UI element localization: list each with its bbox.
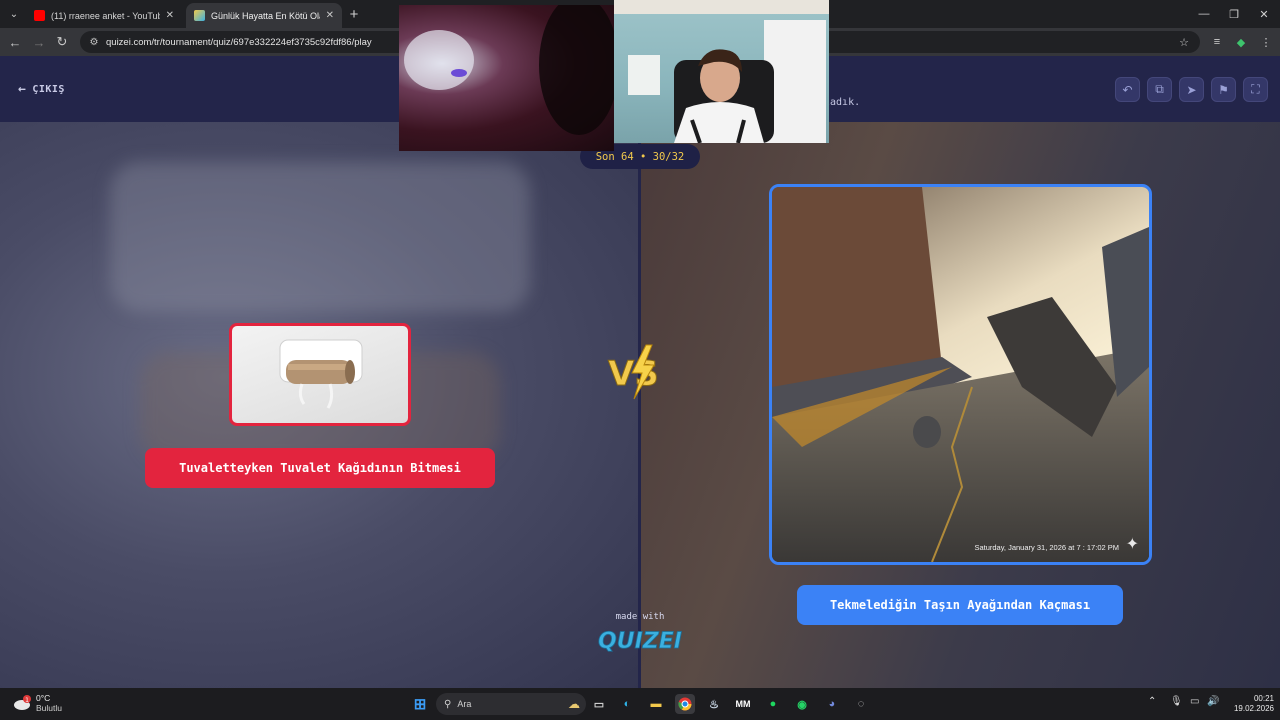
minimize-icon[interactable]: — — [1190, 5, 1218, 23]
task-view-icon[interactable]: ▭ — [589, 694, 609, 714]
os-taskbar: 1 0°C Bulutlu ⊞ ⚲ Ara ☁ ▭ ◐ ▬ ♨ MM ● ◉ ◕… — [0, 688, 1280, 720]
blurred-camera-image — [404, 5, 614, 135]
exit-button[interactable]: ← ÇIKIŞ — [18, 82, 65, 97]
left-option-image[interactable] — [229, 323, 411, 426]
file-explorer-icon[interactable]: ▬ — [646, 694, 666, 714]
back-arrow-icon[interactable]: ← — [6, 33, 24, 51]
extension-icon[interactable]: ◆ — [1233, 34, 1249, 50]
discord-icon[interactable]: ◕ — [822, 694, 842, 714]
close-window-icon[interactable]: ✕ — [1250, 5, 1278, 23]
volume-icon[interactable]: 🔊 — [1207, 696, 1219, 707]
right-option-label[interactable]: Tekmelediğin Taşın Ayağından Kaçması — [797, 585, 1123, 625]
svg-text:QUIZEI: QUIZEI — [598, 629, 682, 654]
close-icon[interactable]: ✕ — [326, 10, 334, 21]
webcam-feed-left — [399, 5, 614, 151]
svg-text:VS: VS — [608, 354, 659, 394]
reload-icon[interactable]: ↻ — [53, 33, 71, 51]
search-highlight-icon: ☁ — [568, 697, 580, 711]
svg-text:1: 1 — [25, 697, 29, 704]
photo-timestamp: Saturday, January 31, 2026 at 7 : 17:02 … — [974, 543, 1119, 552]
whatsapp-icon[interactable]: ◉ — [792, 694, 812, 714]
edge-icon[interactable]: ◐ — [617, 694, 637, 714]
url-text: quizei.com/tr/tournament/quiz/697e332224… — [106, 36, 372, 48]
steam-icon[interactable]: ♨ — [704, 694, 724, 714]
windows-start-icon[interactable]: ⊞ — [410, 694, 430, 714]
made-with-text: made with — [615, 612, 665, 622]
browser-menu-icon[interactable]: ⋮ — [1258, 34, 1274, 50]
weather-temp: 0°C — [36, 693, 51, 703]
quiz-page: ← ÇIKIŞ ladık. ↶ ⧉ ➤ ⚑ ⛶ Son 64 • 30/32 … — [0, 56, 1280, 688]
quizei-favicon-icon — [194, 10, 205, 21]
right-option-image[interactable]: Saturday, January 31, 2026 at 7 : 17:02 … — [769, 184, 1152, 565]
app-tray-icon[interactable]: ◌ — [851, 694, 871, 714]
restore-icon[interactable]: ❐ — [1220, 5, 1248, 23]
copy-icon[interactable]: ⧉ — [1147, 77, 1172, 102]
weather-widget[interactable]: 1 0°C Bulutlu — [12, 693, 62, 713]
quizei-logo[interactable]: QUIZEI — [590, 624, 690, 654]
tab-search-chevron-icon[interactable]: ⌄ — [4, 4, 24, 24]
chrome-icon[interactable] — [675, 694, 695, 714]
bookmark-star-icon[interactable]: ☆ — [1176, 34, 1192, 50]
fullscreen-icon[interactable]: ⛶ — [1243, 77, 1268, 102]
network-icon[interactable]: ▭ — [1190, 696, 1199, 707]
tab-title: (11) rraenee anket - YouTube — [51, 10, 160, 21]
youtube-icon — [34, 10, 45, 21]
tab-title: Günlük Hayatta En Kötü Olay? — [211, 10, 320, 21]
cloud-icon: 1 — [14, 695, 31, 710]
microphone-icon[interactable]: 🎙 — [1170, 696, 1183, 707]
kicked-stone-photo — [772, 187, 1149, 562]
clock-time: 00:21 — [1253, 694, 1274, 703]
webcam-feed-right — [614, 0, 829, 143]
site-info-icon[interactable]: ⚙ — [88, 36, 100, 48]
header-message: ladık. — [824, 97, 861, 108]
taskbar-search[interactable]: ⚲ Ara ☁ — [436, 693, 586, 715]
streamer-camera-image — [614, 0, 829, 143]
mm-app-icon[interactable]: MM — [733, 694, 753, 714]
close-icon[interactable]: ✕ — [166, 10, 174, 21]
center-divider — [638, 122, 641, 688]
tab-youtube[interactable]: (11) rraenee anket - YouTube ✕ — [26, 3, 182, 28]
tab-quizei[interactable]: Günlük Hayatta En Kötü Olay? ✕ — [186, 3, 342, 28]
clock-date: 19.02.2026 — [1233, 704, 1274, 713]
system-clock[interactable]: 00:21 19.02.2026 — [1222, 694, 1274, 714]
share-send-icon[interactable]: ➤ — [1179, 77, 1204, 102]
media-control-icon[interactable]: ≡ — [1209, 34, 1225, 50]
undo-icon[interactable]: ↶ — [1115, 77, 1140, 102]
vs-lightning-icon: VS — [608, 344, 659, 400]
weather-desc: Bulutlu — [36, 703, 62, 713]
exit-label: ÇIKIŞ — [32, 84, 65, 95]
report-flag-icon[interactable]: ⚑ — [1211, 77, 1236, 102]
show-hidden-icons-chevron[interactable]: ⌃ — [1148, 696, 1156, 707]
spotify-icon[interactable]: ● — [763, 694, 783, 714]
new-tab-plus-icon[interactable]: + — [344, 4, 364, 24]
chrome-logo-icon — [678, 697, 692, 711]
search-placeholder: Ara — [457, 699, 472, 709]
forward-arrow-icon[interactable]: → — [30, 33, 48, 51]
arrow-left-icon: ← — [18, 82, 27, 97]
sparkle-icon: ✦ — [1125, 536, 1139, 553]
left-option-label[interactable]: Tuvaletteyken Tuvalet Kağıdının Bitmesi — [145, 448, 495, 488]
toilet-paper-image — [279, 339, 363, 409]
search-icon: ⚲ — [444, 698, 452, 710]
